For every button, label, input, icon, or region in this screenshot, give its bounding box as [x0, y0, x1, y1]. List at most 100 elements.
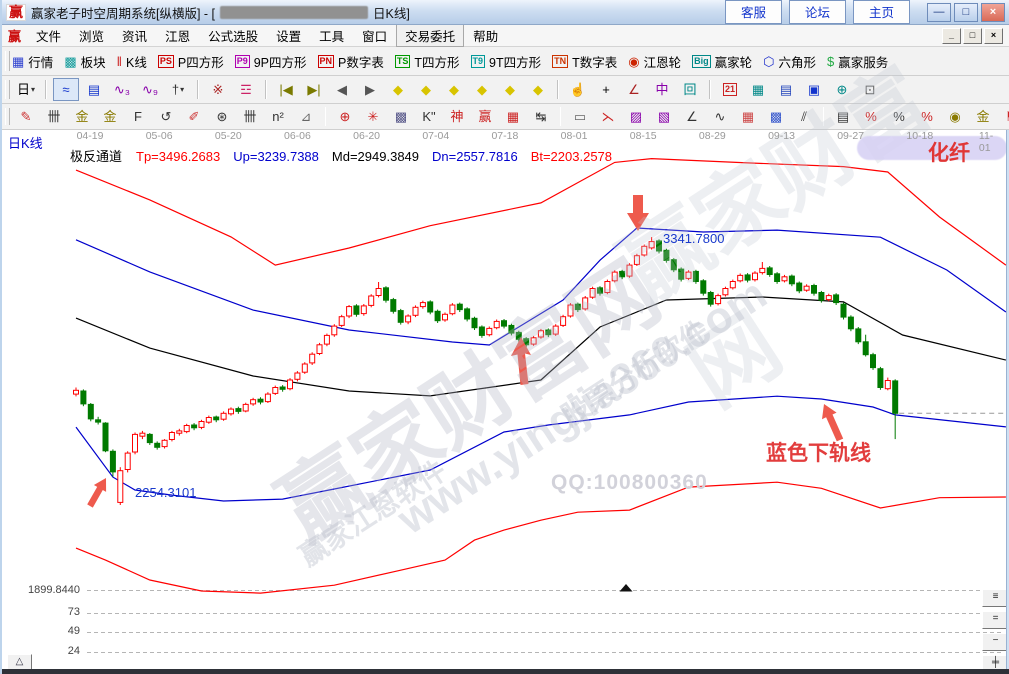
- pen-icon[interactable]: ✎: [13, 105, 39, 128]
- toolbar-item-板块[interactable]: ▩板块: [64, 52, 105, 71]
- toolbar-item-9P四方形[interactable]: P99P四方形: [235, 52, 307, 71]
- titlebar-link-button[interactable]: 论坛: [789, 0, 846, 24]
- menu-item[interactable]: 帮助: [464, 24, 507, 47]
- percent-icon[interactable]: %: [886, 105, 912, 128]
- menu-item[interactable]: 工具: [310, 24, 353, 47]
- toolbar-item-赢家轮[interactable]: Big赢家轮: [692, 52, 752, 71]
- toolbar-item-赢家服务[interactable]: $赢家服务: [827, 52, 888, 71]
- minimize-button[interactable]: —: [927, 3, 951, 22]
- restore-button[interactable]: □: [954, 3, 978, 22]
- zigzag-icon[interactable]: ∿: [707, 105, 733, 128]
- menu-item[interactable]: 资讯: [113, 24, 156, 47]
- panel-layout-button-3[interactable]: −: [982, 633, 1009, 651]
- child-minimize-button[interactable]: _: [942, 28, 961, 44]
- info-doc-icon[interactable]: ▤: [81, 78, 107, 101]
- crosshair-icon[interactable]: +: [593, 78, 619, 101]
- angle-mirror-icon[interactable]: ⊿: [293, 105, 319, 128]
- titlebar-link-button[interactable]: 客服: [725, 0, 782, 24]
- zigzag-wave-icon[interactable]: ≈: [53, 78, 79, 101]
- close-button[interactable]: ×: [981, 3, 1005, 22]
- trendline-icon[interactable]: ∠: [621, 78, 647, 101]
- toolbar-item-P四方形[interactable]: PSP四方形: [158, 52, 224, 71]
- red-grid-icon[interactable]: ▦: [735, 105, 761, 128]
- tool-hui-icon[interactable]: 回: [677, 78, 703, 101]
- toolbar-item-K线[interactable]: ‖K线: [117, 52, 147, 71]
- diamond-right-icon[interactable]: ◆: [413, 78, 439, 101]
- diamond-compress-icon[interactable]: ◆: [497, 78, 523, 101]
- gold-comb2-icon[interactable]: 金: [97, 105, 123, 128]
- menu-item[interactable]: 窗口: [353, 24, 396, 47]
- star-web-icon[interactable]: ✳: [360, 105, 386, 128]
- toolbar-item-T四方形[interactable]: TST四方形: [395, 52, 460, 71]
- ying-grid-icon[interactable]: 赢: [472, 105, 498, 128]
- pattern-icon[interactable]: ※: [205, 78, 231, 101]
- diamond-fit-icon[interactable]: ◆: [525, 78, 551, 101]
- percent-line-icon[interactable]: %: [914, 105, 940, 128]
- histogram-icon[interactable]: ☲: [233, 78, 259, 101]
- diamond-expand-icon[interactable]: ◆: [441, 78, 467, 101]
- candle-style-dropdown[interactable]: †▾: [165, 78, 191, 101]
- shen-grid-icon[interactable]: 神: [444, 105, 470, 128]
- child-restore-button[interactable]: □: [963, 28, 982, 44]
- panel-layout-button-1[interactable]: ≡: [982, 589, 1009, 607]
- menu-item[interactable]: 交易委托: [396, 24, 464, 47]
- toolbar-item-六角形[interactable]: ⬡六角形: [763, 52, 816, 71]
- toolbar-item-江恩轮[interactable]: ◉江恩轮: [628, 52, 681, 71]
- n-square-icon[interactable]: n²: [265, 105, 291, 128]
- flag-pen-icon[interactable]: ⚑: [998, 105, 1009, 128]
- calculator-icon[interactable]: ▦: [745, 78, 771, 101]
- kline-style-dropdown[interactable]: 日▾: [13, 78, 39, 101]
- toolbar-item-9T四方形[interactable]: T99T四方形: [471, 52, 542, 71]
- web-box-icon[interactable]: ▩: [388, 105, 414, 128]
- toolbar-item-P数字表[interactable]: PNP数字表: [318, 52, 384, 71]
- fan-box-icon[interactable]: ▨: [623, 105, 649, 128]
- menu-item[interactable]: 浏览: [70, 24, 113, 47]
- angle-lines-icon[interactable]: ∠: [679, 105, 705, 128]
- rect-tool-icon[interactable]: ▭: [567, 105, 593, 128]
- diamond-left-icon[interactable]: ◆: [385, 78, 411, 101]
- save-icon[interactable]: ▣: [801, 78, 827, 101]
- kline-mark-icon[interactable]: K": [416, 105, 442, 128]
- comb-icon[interactable]: 卌: [237, 105, 263, 128]
- fibo-comb-icon[interactable]: F: [125, 105, 151, 128]
- first-icon[interactable]: |◀: [273, 78, 299, 101]
- tool-zhong-icon[interactable]: 中: [649, 78, 675, 101]
- menu-item[interactable]: 文件: [27, 24, 70, 47]
- toolbar-item-行情[interactable]: ▦行情: [12, 52, 53, 71]
- next-icon[interactable]: ▶: [357, 78, 383, 101]
- web-export-icon[interactable]: ⊕: [829, 78, 855, 101]
- gold-comb-icon[interactable]: 金: [69, 105, 95, 128]
- menu-item[interactable]: 江恩: [156, 24, 199, 47]
- chart-canvas[interactable]: [2, 130, 1006, 669]
- fan-lines-icon[interactable]: ⋋: [595, 105, 621, 128]
- stats-table-icon[interactable]: ▤: [830, 105, 856, 128]
- wave9-icon[interactable]: ∿₉: [137, 78, 163, 101]
- hatch-box-icon[interactable]: ▧: [651, 105, 677, 128]
- hand-icon[interactable]: ☝: [565, 78, 591, 101]
- menu-item[interactable]: 公式选股: [199, 24, 267, 47]
- calendar-icon[interactable]: 21: [717, 78, 743, 101]
- gold-lines-icon[interactable]: 金: [970, 105, 996, 128]
- percent-band-icon[interactable]: %: [858, 105, 884, 128]
- wave3-icon[interactable]: ∿₃: [109, 78, 135, 101]
- prev-icon[interactable]: ◀: [329, 78, 355, 101]
- notes-icon[interactable]: ▤: [773, 78, 799, 101]
- parallel-lines-icon[interactable]: ⫽: [791, 105, 817, 128]
- blue-grid-icon[interactable]: ▩: [763, 105, 789, 128]
- titlebar-link-button[interactable]: 主页: [853, 0, 910, 24]
- spiral-icon[interactable]: ↺: [153, 105, 179, 128]
- child-close-button[interactable]: ×: [984, 28, 1003, 44]
- workstation-icon[interactable]: ⊡: [857, 78, 883, 101]
- last-icon[interactable]: ▶|: [301, 78, 327, 101]
- gold-circle-icon[interactable]: ◉: [942, 105, 968, 128]
- pen-ruler-icon[interactable]: ✐: [181, 105, 207, 128]
- circle-arc-icon[interactable]: ⊛: [209, 105, 235, 128]
- grid-123-icon[interactable]: ▦: [500, 105, 526, 128]
- circle-cross-icon[interactable]: ⊕: [332, 105, 358, 128]
- span-arrows-icon[interactable]: ↹: [528, 105, 554, 128]
- menu-item[interactable]: 设置: [267, 24, 310, 47]
- gann-comb-icon[interactable]: 卌: [41, 105, 67, 128]
- toolbar-item-T数字表[interactable]: TNT数字表: [552, 52, 617, 71]
- panel-layout-button-2[interactable]: =: [982, 611, 1009, 629]
- diamond-cross-icon[interactable]: ◆: [469, 78, 495, 101]
